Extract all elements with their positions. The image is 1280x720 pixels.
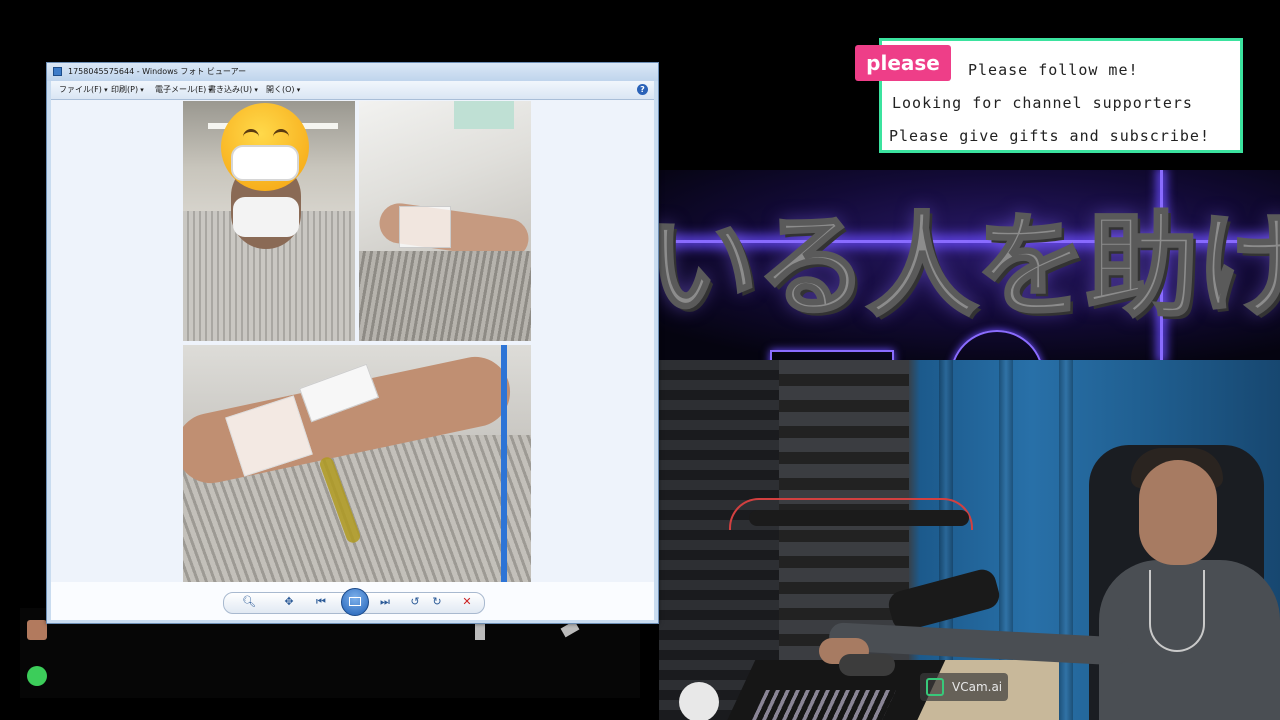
person-head: [1139, 460, 1217, 565]
rotate-left-icon[interactable]: ↺: [407, 594, 423, 610]
photo-patient-selfie: [183, 101, 355, 341]
slideshow-frame: [349, 597, 361, 606]
photo-iv-arm: [359, 101, 531, 341]
overlay-mark: [475, 622, 485, 640]
emoji-eye: [243, 129, 259, 140]
curtain-fold: [1059, 360, 1073, 720]
zoom-icon[interactable]: 🔍︎: [241, 594, 257, 610]
vcam-label: VCam.ai: [952, 680, 1003, 694]
app-icon: [53, 67, 62, 76]
photo-viewer-window[interactable]: 1758045575644 - Windows フォト ビューアー ファイル(F…: [46, 62, 659, 624]
webcam-feed: [659, 360, 1280, 720]
emoji-eye: [273, 129, 289, 140]
necklace: [1149, 570, 1205, 652]
neon-rectangle: [770, 350, 894, 360]
masked-emoji-icon: [221, 103, 309, 191]
blue-tube: [501, 345, 507, 583]
photo-iv-wrist: [183, 345, 531, 583]
please-tag: please: [855, 45, 951, 81]
menu-file[interactable]: ファイル(F): [59, 81, 108, 99]
window-title: 1758045575644 - Windows フォト ビューアー: [68, 67, 247, 76]
title-bar[interactable]: 1758045575644 - Windows フォト ビューアー: [47, 63, 658, 81]
menu-burn[interactable]: 書き込み(U): [208, 81, 258, 99]
menu-open[interactable]: 開く(O): [266, 81, 300, 99]
mic-arm: [749, 510, 969, 526]
follow-line-1: Please follow me!: [968, 61, 1139, 79]
previous-icon[interactable]: ⏮: [313, 594, 329, 610]
tissue-box: [454, 101, 514, 129]
chat-avatar: [27, 666, 47, 686]
help-icon[interactable]: ?: [637, 84, 648, 95]
emoji-mask: [231, 145, 299, 181]
menu-email[interactable]: 電子メール(E): [155, 81, 212, 99]
slideshow-icon[interactable]: [341, 588, 369, 616]
face-mask: [233, 197, 299, 237]
fit-icon[interactable]: ✥: [281, 594, 297, 610]
mouse: [839, 654, 895, 676]
menu-bar: ファイル(F) 印刷(P) 電子メール(E) 書き込み(U) 開く(O) ?: [51, 81, 654, 100]
neon-banner: いる人を助ける: [600, 170, 1280, 360]
viewer-toolbar: 🔍︎ ✥ ⏮ ⏭ ↺ ↻ ✕: [51, 582, 654, 620]
follow-line-2: Looking for channel supporters: [892, 94, 1193, 112]
chat-avatar: [27, 620, 47, 640]
delete-icon[interactable]: ✕: [459, 594, 475, 610]
rotate-right-icon[interactable]: ↻: [429, 594, 445, 610]
game-controller: [679, 682, 719, 720]
menu-print[interactable]: 印刷(P): [111, 81, 144, 99]
vcam-icon: [926, 678, 944, 696]
image-canvas: [51, 100, 654, 583]
follow-line-3: Please give gifts and subscribe!: [889, 127, 1210, 145]
vcam-watermark: VCam.ai: [920, 673, 1008, 701]
gown-sleeve: [359, 251, 531, 341]
iv-tape: [399, 206, 451, 248]
next-icon[interactable]: ⏭: [377, 594, 393, 610]
banner-text: いる人を助ける: [645, 201, 1280, 334]
keyboard-backlight: [752, 690, 896, 720]
